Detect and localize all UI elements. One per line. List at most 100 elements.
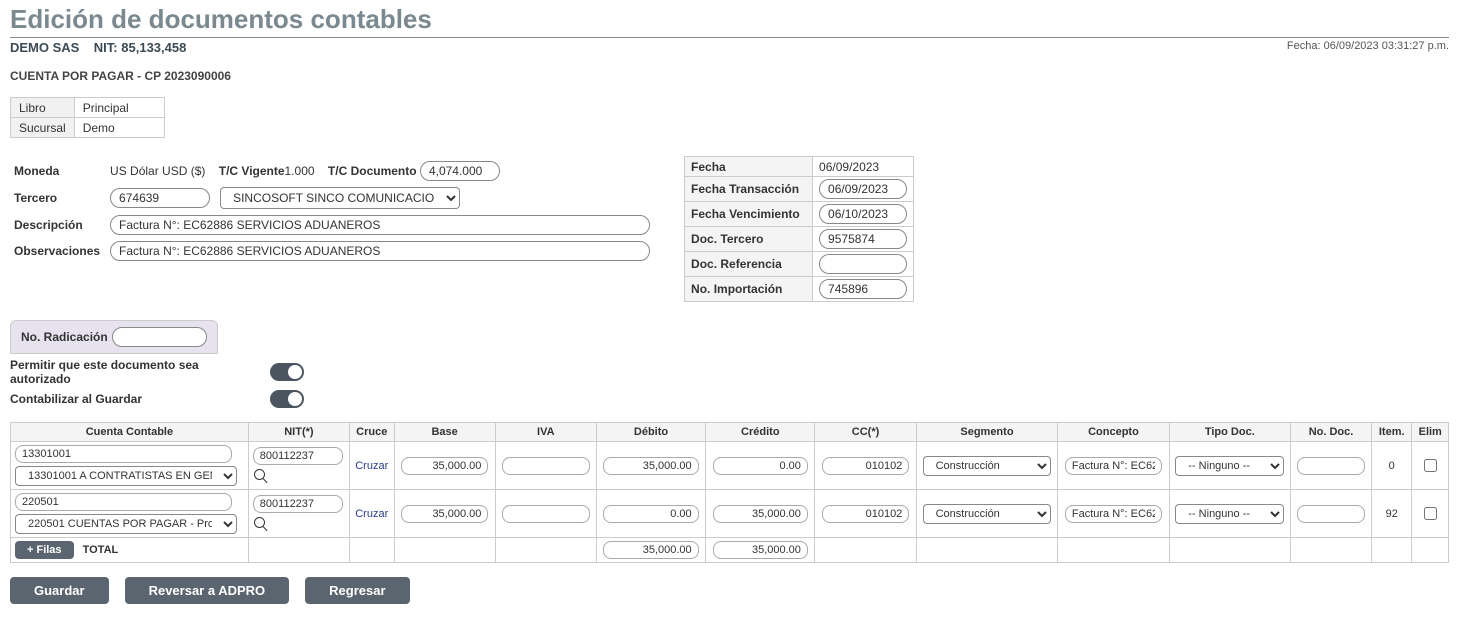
fecha-label: Fecha [685,157,813,177]
cuenta-code-input[interactable] [15,493,232,511]
col-nit: NIT(*) [248,423,349,442]
total-credito [713,541,808,559]
iva-input[interactable] [502,505,590,523]
cuenta-code-input[interactable] [15,445,232,463]
allow-auth-label: Permitir que este documento sea autoriza… [10,358,260,386]
col-cc: CC(*) [815,423,916,442]
cuenta-select[interactable]: 13301001 A CONTRATISTAS EN GENERAL [15,466,237,486]
tercero-code-input[interactable] [110,188,210,208]
col-elim: Elim [1412,423,1449,442]
iva-input[interactable] [502,457,590,475]
cc-input[interactable] [822,457,910,475]
total-row: + Filas TOTAL [11,538,1449,563]
col-credito: Crédito [706,423,815,442]
cc-input[interactable] [822,505,910,523]
search-icon[interactable] [253,468,269,484]
tercero-select[interactable]: SINCOSOFT SINCO COMUNICACIONES S.A.S [220,187,460,209]
right-form: Fecha 06/09/2023 Fecha Transacción Fecha… [684,156,914,302]
sucursal-value: Demo [74,118,164,138]
timestamp-value: 06/09/2023 03:31:27 p.m. [1324,40,1449,52]
contabilizar-label: Contabilizar al Guardar [10,392,260,406]
tipodoc-select[interactable]: -- Ninguno -- [1175,504,1284,524]
descripcion-label: Descripción [10,214,106,236]
no-import-label: No. Importación [685,277,813,302]
concepto-input[interactable] [1065,457,1162,475]
descripcion-input[interactable] [110,215,650,235]
col-cruce: Cruce [349,423,394,442]
tipodoc-select[interactable]: -- Ninguno -- [1175,456,1284,476]
segmento-select[interactable]: Construcción [923,456,1052,476]
timestamp: Fecha: 06/09/2023 03:31:27 p.m. [1287,40,1449,52]
col-item: Item. [1371,423,1411,442]
elim-checkbox[interactable] [1424,459,1437,472]
contabilizar-toggle[interactable] [270,390,304,408]
moneda-value: US Dólar USD ($) [110,164,205,178]
debito-input[interactable] [603,505,698,523]
credito-input[interactable] [713,457,808,475]
tc-vigente-value: 1.000 [285,164,315,178]
table-row: 13301001 A CONTRATISTAS EN GENERAL Cruza… [11,442,1449,490]
cruzar-link[interactable]: Cruzar [355,508,388,520]
total-debito [603,541,698,559]
meta-table: Libro Principal Sucursal Demo [10,97,165,138]
company-line: DEMO SAS NIT: 85,133,458 [10,40,186,55]
company-name: DEMO SAS [10,40,79,55]
doc-tercero-label: Doc. Tercero [685,227,813,252]
elim-checkbox[interactable] [1424,507,1437,520]
title-divider [10,37,1449,38]
base-input[interactable] [401,457,489,475]
allow-auth-toggle[interactable] [270,363,304,381]
col-debito: Débito [596,423,705,442]
libro-label: Libro [11,98,75,118]
doc-ref-input[interactable] [819,254,907,274]
nodoc-input[interactable] [1297,457,1365,475]
moneda-label: Moneda [10,160,106,182]
document-id: CUENTA POR PAGAR - CP 2023090006 [10,69,1449,83]
search-icon[interactable] [253,516,269,532]
observaciones-label: Observaciones [10,240,106,262]
item-value: 0 [1371,442,1411,490]
cuenta-select[interactable]: 220501 CUENTAS POR PAGAR - Prove [15,514,237,534]
debito-input[interactable] [603,457,698,475]
tc-doc-input[interactable] [420,161,500,181]
col-nodoc: No. Doc. [1291,423,1372,442]
col-cuenta: Cuenta Contable [11,423,249,442]
base-input[interactable] [401,505,489,523]
observaciones-input[interactable] [110,241,650,261]
doc-tercero-input[interactable] [819,229,907,249]
cruzar-link[interactable]: Cruzar [355,460,388,472]
total-label: TOTAL [77,544,119,556]
reversar-button[interactable]: Reversar a ADPRO [125,577,290,604]
tercero-label: Tercero [10,186,106,210]
tc-doc-label: T/C Documento [328,164,417,178]
segmento-select[interactable]: Construcción [923,504,1052,524]
libro-value: Principal [74,98,164,118]
page-title: Edición de documentos contables [10,4,1449,35]
fecha-venc-label: Fecha Vencimiento [685,202,813,227]
col-tipodoc: Tipo Doc. [1169,423,1290,442]
concepto-input[interactable] [1065,505,1162,523]
no-import-input[interactable] [819,279,907,299]
fecha-trans-input[interactable] [819,179,907,199]
col-iva: IVA [495,423,596,442]
table-row: 220501 CUENTAS POR PAGAR - Prove Cruzar … [11,490,1449,538]
nit-value: 85,133,458 [121,40,186,55]
regresar-button[interactable]: Regresar [305,577,409,604]
nit-label: NIT: [94,40,118,55]
col-concepto: Concepto [1058,423,1169,442]
nodoc-input[interactable] [1297,505,1365,523]
credito-input[interactable] [713,505,808,523]
col-segmento: Segmento [916,423,1058,442]
no-radicacion-label: No. Radicación [21,330,108,344]
col-base: Base [394,423,495,442]
add-rows-button[interactable]: + Filas [15,541,74,559]
no-radicacion-input[interactable] [112,327,207,347]
fecha-venc-input[interactable] [819,204,907,224]
nit-input[interactable] [253,495,343,513]
item-value: 92 [1371,490,1411,538]
guardar-button[interactable]: Guardar [10,577,109,604]
nit-input[interactable] [253,447,343,465]
entries-table: Cuenta Contable NIT(*) Cruce Base IVA Dé… [10,422,1449,563]
radicacion-group: No. Radicación [10,320,218,354]
timestamp-label: Fecha: [1287,40,1321,52]
